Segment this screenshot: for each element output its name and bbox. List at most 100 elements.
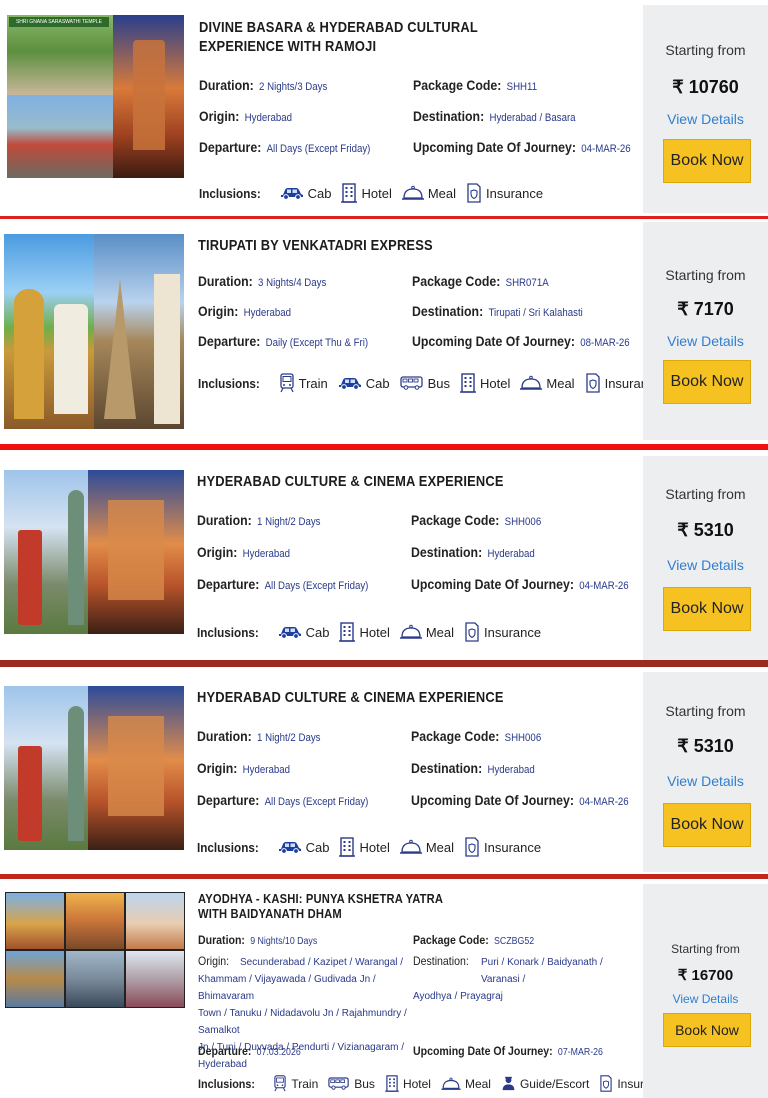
bus-icon <box>328 1077 350 1090</box>
destination-value: Hyderabad / Basara <box>489 112 576 124</box>
inclusions-label: Inclusions: <box>197 624 259 640</box>
meal-icon <box>400 839 422 855</box>
package-title[interactable]: HYDERABAD CULTURE & CINEMA EXPERIENCE <box>197 472 504 491</box>
package-title-line2[interactable]: WITH BAIDYANATH DHAM <box>198 906 342 921</box>
insurance-icon <box>585 373 601 393</box>
origin-value: Secunderabad / Kazipet / Warangal / Kham… <box>198 957 407 1070</box>
package-image[interactable]: SHRI GNANA SARASWATHI TEMPLE <box>7 15 184 178</box>
inclusions-row: Inclusions: Cab Hotel Meal Insurance <box>199 183 553 203</box>
card-separator <box>0 660 768 667</box>
package-code-row: Package Code: SHH006 <box>411 728 542 744</box>
upcoming-row: Upcoming Date Of Journey: 04-MAR-26 <box>411 792 629 808</box>
upcoming-value: 08-MAR-26 <box>580 337 630 349</box>
book-now-button[interactable]: Book Now <box>663 803 751 847</box>
price-panel: Starting from ₹ 16700 View Details Book … <box>643 884 768 1098</box>
origin-row: Origin: Hyderabad <box>197 760 291 776</box>
bus-icon <box>400 376 424 390</box>
upcoming-row: Upcoming Date Of Journey: 08-MAR-26 <box>412 333 630 349</box>
duration-value: 9 Nights/10 Days <box>250 936 318 947</box>
package-code-row: Package Code: SHH006 <box>411 512 542 528</box>
destination-row: Destination: Hyderabad / Basara <box>413 108 576 124</box>
hotel-icon <box>341 183 357 203</box>
package-card-4: HYDERABAD CULTURE & CINEMA EXPERIENCE Du… <box>0 672 768 872</box>
destination-row: Destination: Hyderabad <box>411 760 535 776</box>
package-code-value: SHH11 <box>506 81 538 93</box>
inclusions-label: Inclusions: <box>198 1076 256 1091</box>
view-details-link[interactable]: View Details <box>643 773 768 789</box>
package-card-5: AYODHYA - KASHI: PUNYA KSHETRA YATRA WIT… <box>0 882 768 1098</box>
upcoming-value: 04-MAR-26 <box>579 580 629 592</box>
book-now-button[interactable]: Book Now <box>663 360 751 404</box>
inclusion-cab: Cab <box>278 840 329 855</box>
package-image[interactable] <box>4 686 184 850</box>
origin-row: Origin: Hyderabad <box>197 544 291 560</box>
inclusion-insurance: Insurance <box>464 837 541 857</box>
inclusions-label: Inclusions: <box>198 375 260 391</box>
hotel-icon <box>339 622 355 642</box>
inclusion-bus: Bus <box>328 1077 375 1091</box>
cab-icon <box>278 840 302 854</box>
inclusion-insurance: Insurance <box>464 622 541 642</box>
book-now-button[interactable]: Book Now <box>663 1013 751 1047</box>
package-code-row: Package Code: SHH11 <box>413 77 538 93</box>
inclusion-meal: Meal <box>400 839 454 855</box>
package-title[interactable]: HYDERABAD CULTURE & CINEMA EXPERIENCE <box>197 688 504 707</box>
duration-value: 2 Nights/3 Days <box>259 81 328 93</box>
upcoming-value: 04-MAR-26 <box>579 796 629 808</box>
inclusions-label: Inclusions: <box>199 185 261 201</box>
inclusion-insurance: Insurance <box>466 183 543 203</box>
departure-value: Daily (Except Thu & Fri) <box>265 337 369 349</box>
origin-value: Hyderabad <box>244 112 293 124</box>
inclusions-row: Inclusions: Train Cab Bus Hotel Meal Ins… <box>198 373 672 393</box>
view-details-link[interactable]: View Details <box>643 557 768 573</box>
hotel-icon <box>339 837 355 857</box>
package-title[interactable]: DIVINE BASARA & HYDERABAD CULTURAL <box>199 18 478 37</box>
starting-from-label: Starting from <box>665 703 746 719</box>
cab-icon <box>278 625 302 639</box>
duration-value: 1 Night/2 Days <box>257 732 321 744</box>
departure-value: All Days (Except Friday) <box>266 143 371 155</box>
view-details-link[interactable]: View Details <box>643 992 768 1006</box>
package-code-value: SHH006 <box>504 732 542 744</box>
upcoming-row: Upcoming Date Of Journey: 04-MAR-26 <box>411 576 629 592</box>
train-icon <box>273 1075 287 1092</box>
departure-row: Departure: All Days (Except Friday) <box>199 139 371 155</box>
package-title[interactable]: AYODHYA - KASHI: PUNYA KSHETRA YATRA <box>198 891 443 906</box>
package-image[interactable] <box>4 234 184 429</box>
inclusion-train: Train <box>279 373 328 393</box>
insurance-icon <box>466 183 482 203</box>
package-code-row: Package Code: SCZBG52 <box>413 933 535 947</box>
inclusion-meal: Meal <box>402 185 456 201</box>
book-now-button[interactable]: Book Now <box>663 587 751 631</box>
package-image[interactable] <box>4 470 184 634</box>
destination-value: Puri / Konark / Baidyanath / Varanasi / … <box>413 957 603 1002</box>
train-icon <box>279 373 295 393</box>
view-details-link[interactable]: View Details <box>643 111 768 127</box>
package-image[interactable] <box>5 892 185 1008</box>
price-panel: Starting from ₹ 7170 View Details Book N… <box>643 222 768 440</box>
price-value: ₹ 5310 <box>677 736 734 756</box>
cab-icon <box>280 186 304 200</box>
view-details-link[interactable]: View Details <box>643 333 768 349</box>
card-separator <box>0 216 768 219</box>
duration-row: Duration: 3 Nights/4 Days <box>198 273 327 289</box>
departure-value: All Days (Except Friday) <box>264 580 369 592</box>
upcoming-row: Upcoming Date Of Journey: 04-MAR-26 <box>413 139 631 155</box>
package-title-line2[interactable]: EXPERIENCE WITH RAMOJI <box>199 37 376 56</box>
book-now-button[interactable]: Book Now <box>663 139 751 183</box>
price-value: ₹ 16700 <box>677 967 734 984</box>
starting-from-label: Starting from <box>671 942 740 956</box>
destination-row: Destination: Tirupati / Sri Kalahasti <box>412 303 583 319</box>
meal-icon <box>520 375 542 391</box>
package-title[interactable]: TIRUPATI BY VENKATADRI EXPRESS <box>198 236 433 255</box>
destination-value: Tirupati / Sri Kalahasti <box>488 307 583 319</box>
package-code-value: SCZBG52 <box>494 936 535 947</box>
upcoming-value: 04-MAR-26 <box>581 143 631 155</box>
inclusion-hotel: Hotel <box>385 1075 431 1092</box>
origin-value: Hyderabad <box>242 764 291 776</box>
package-code-row: Package Code: SHR071A <box>412 273 549 289</box>
meal-icon <box>400 624 422 640</box>
departure-row: Departure: Daily (Except Thu & Fri) <box>198 333 369 349</box>
inclusion-bus: Bus <box>400 376 450 391</box>
inclusion-guide: Guide/Escort <box>501 1076 589 1091</box>
